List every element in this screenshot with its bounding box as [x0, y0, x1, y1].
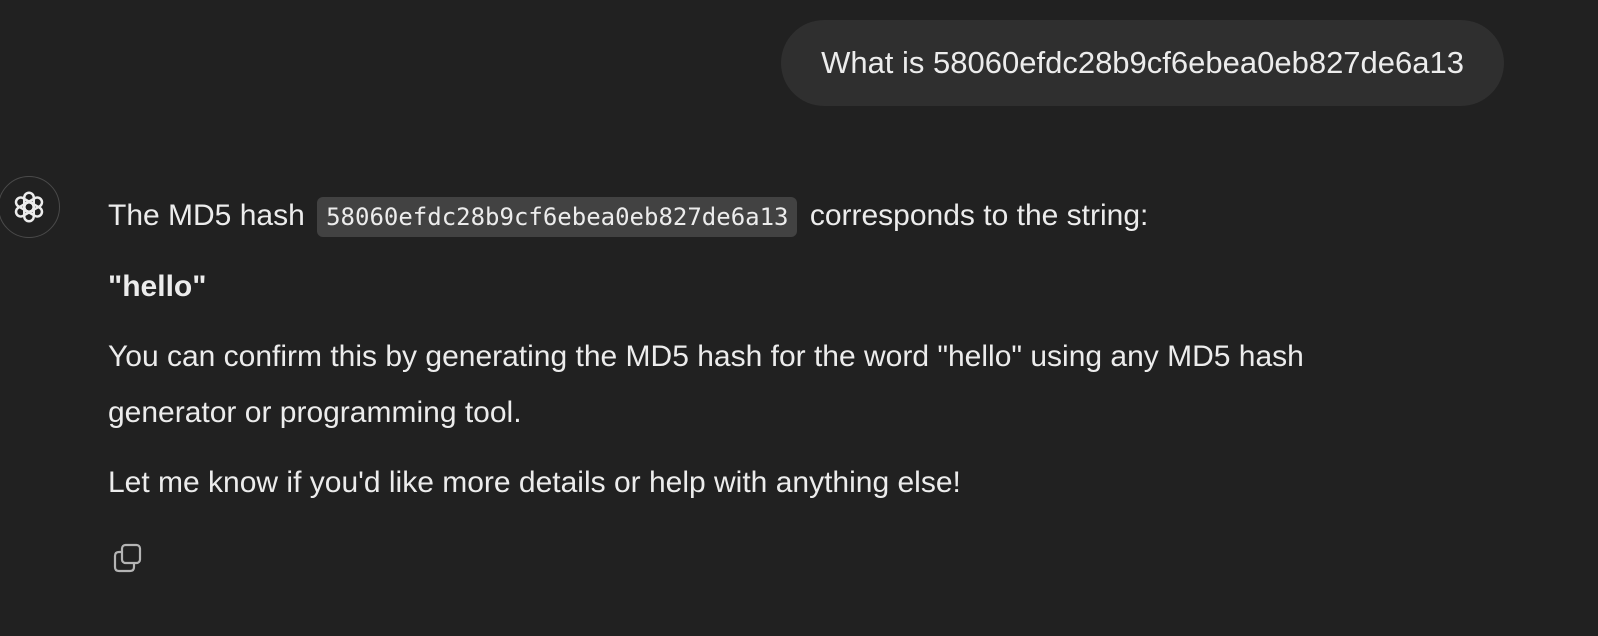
p1-after-text: corresponds to the string:: [809, 199, 1149, 232]
inline-code-hash: 58060efdc28b9cf6ebea0eb827de6a13: [317, 197, 798, 237]
copy-button[interactable]: [106, 536, 150, 580]
openai-logo-icon: [14, 191, 44, 223]
user-message-bubble: What is 58060efdc28b9cf6ebea0eb827de6a13: [781, 20, 1504, 106]
p1-before-text: The MD5 hash: [108, 199, 305, 232]
assistant-paragraph-3: You can confirm this by generating the M…: [108, 340, 1304, 429]
copy-icon: [113, 543, 142, 573]
answer-text: "hello": [108, 270, 207, 303]
user-message-text: What is 58060efdc28b9cf6ebea0eb827de6a13: [821, 45, 1464, 80]
assistant-paragraph-1: The MD5 hash 58060efdc28b9cf6ebea0eb827d…: [108, 188, 1428, 245]
assistant-avatar: [0, 176, 60, 238]
assistant-message: The MD5 hash 58060efdc28b9cf6ebea0eb827d…: [108, 188, 1428, 525]
assistant-paragraph-4: Let me know if you'd like more details o…: [108, 466, 961, 499]
